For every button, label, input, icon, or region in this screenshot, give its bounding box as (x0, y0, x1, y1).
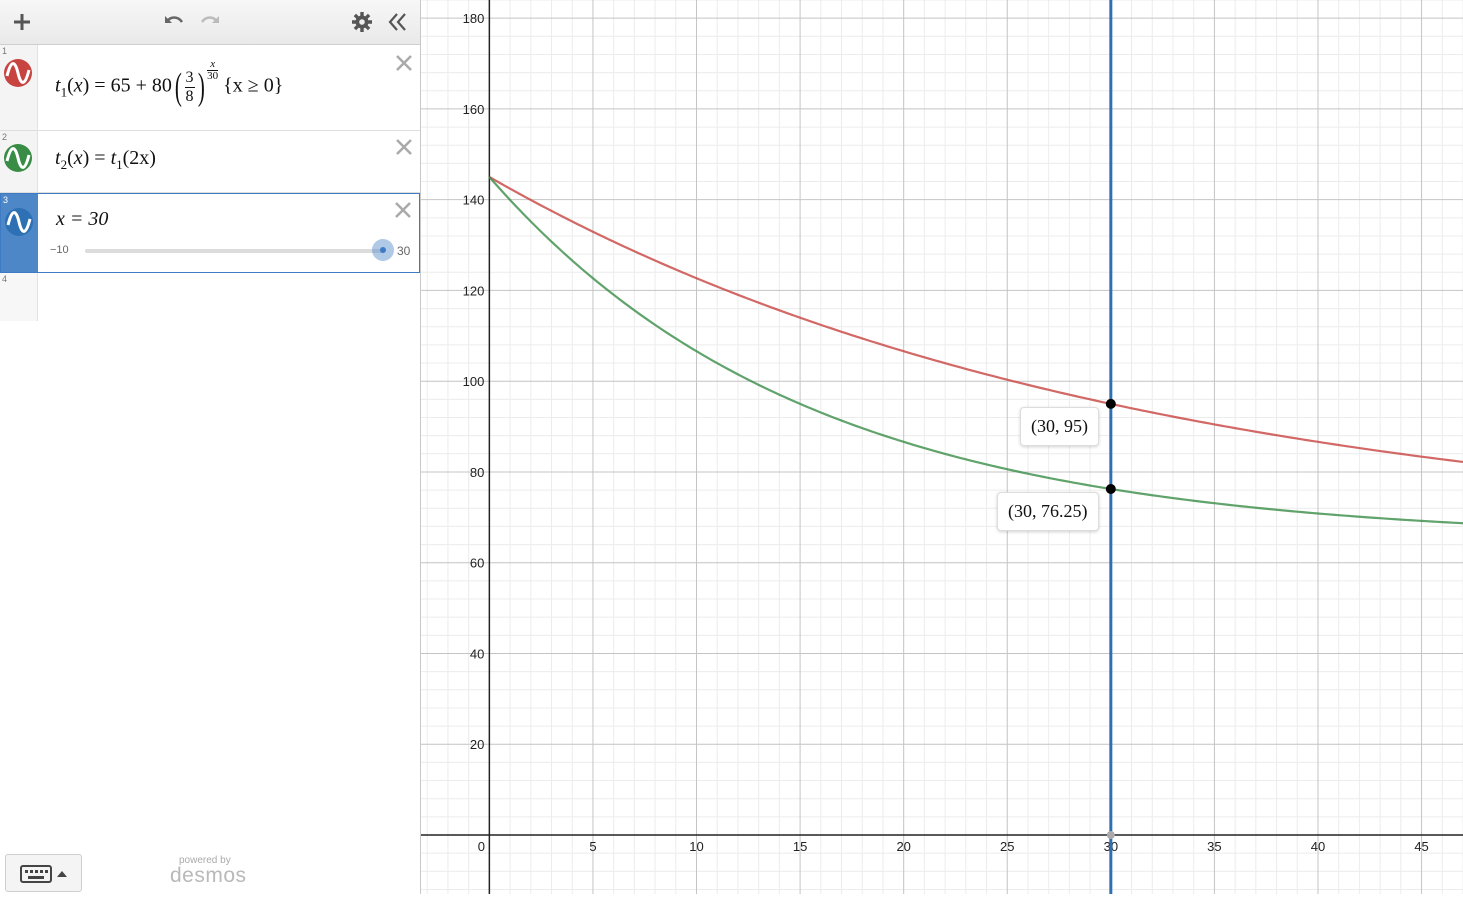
expression-toolbar (0, 0, 420, 45)
redo-button[interactable] (198, 10, 222, 34)
plus-icon (14, 14, 30, 30)
undo-icon (165, 16, 184, 23)
curve-t2 (488, 176, 1463, 525)
function-arg: x (73, 74, 83, 97)
collapse-panel-button[interactable] (386, 10, 410, 34)
close-icon (396, 55, 412, 71)
function-arg: x (73, 147, 83, 169)
x-tick-label: 5 (589, 839, 596, 854)
graph-toggle-blue-icon[interactable] (4, 207, 34, 237)
y-tick-label: 140 (463, 193, 485, 208)
add-expression-button[interactable] (10, 10, 34, 34)
expression-row-3[interactable]: 3 x = 30 −10 30 (0, 193, 420, 273)
curve-t1 (488, 176, 1463, 464)
slider-axis-marker (1106, 831, 1115, 840)
point-label-green[interactable]: (30, 76.25) (997, 492, 1099, 531)
y-tick-label: 100 (463, 374, 485, 389)
close-icon (396, 139, 412, 155)
slider-track[interactable] (85, 249, 383, 253)
undo-button[interactable] (162, 10, 186, 34)
expression-gutter: 4 (0, 273, 38, 321)
expression-gutter: 3 (1, 194, 38, 272)
slider-max-label[interactable]: 30 (397, 244, 410, 258)
equals-sign: = (94, 147, 106, 169)
expression-row-2[interactable]: 2 t2(x) = t1(2x) (0, 131, 420, 193)
keyboard-toggle-button[interactable] (5, 854, 82, 892)
gear-icon (352, 12, 372, 32)
double-chevron-left-icon (388, 13, 406, 31)
delete-expression-button[interactable] (394, 137, 414, 157)
rhs-function-arg: (2x) (122, 147, 156, 169)
slider-thumb[interactable] (372, 239, 394, 261)
exponent: x 30 (207, 58, 219, 82)
equation-rhs-start: = 65 + 80 (94, 74, 172, 97)
expression-index: 2 (2, 132, 8, 142)
expression-gutter: 1 (0, 45, 38, 130)
x-tick-label: 10 (689, 839, 703, 854)
caret-up-icon (57, 871, 67, 877)
y-tick-label: 180 (463, 11, 485, 26)
y-tick-label: 80 (470, 465, 484, 480)
redo-icon (200, 16, 219, 23)
delete-expression-button[interactable] (393, 200, 413, 220)
expression-math[interactable]: t2(x) = t1(2x) (55, 147, 156, 173)
expression-panel: 1 t1(x) = 65 + 80(3 8) x 30 {x ≥ 0} 2 t… (0, 0, 421, 894)
x-tick-label: 15 (793, 839, 807, 854)
keyboard-icon (20, 865, 67, 883)
expression-row-4-empty[interactable]: 4 (0, 273, 420, 321)
x-tick-label: 25 (1000, 839, 1014, 854)
y-tick-label: 120 (463, 283, 485, 298)
function-subscript: 1 (60, 84, 68, 100)
point-label-red[interactable]: (30, 95) (1020, 407, 1099, 446)
graph-toggle-green-icon[interactable] (3, 143, 33, 173)
intersection-point-red (1105, 398, 1116, 409)
intersection-point-green (1105, 483, 1116, 494)
x-tick-label: 0 (478, 839, 485, 854)
expression-gutter: 2 (0, 131, 38, 192)
settings-button[interactable] (350, 10, 374, 34)
delete-expression-button[interactable] (394, 53, 414, 73)
expression-index: 3 (3, 195, 9, 205)
expression-math[interactable]: t1(x) = 65 + 80(3 8) x 30 {x ≥ 0} (55, 59, 284, 109)
fraction: 38 (184, 68, 195, 105)
graph-canvas[interactable]: 0510152025303540452040608010012014016018… (421, 0, 1463, 894)
domain-restriction: {x ≥ 0} (223, 74, 284, 97)
function-subscript: 2 (60, 157, 68, 172)
y-tick-label: 20 (470, 737, 484, 752)
x-tick-label: 45 (1414, 839, 1428, 854)
expression-index: 4 (2, 274, 8, 284)
slider-min-label[interactable]: −10 (50, 244, 69, 256)
expression-index: 1 (2, 46, 8, 56)
y-tick-label: 40 (470, 646, 484, 661)
graph-toggle-red-icon[interactable] (3, 58, 33, 88)
close-icon (395, 202, 411, 218)
x-tick-label: 40 (1311, 839, 1325, 854)
graph-paper[interactable]: 0510152025303540452040608010012014016018… (421, 0, 1463, 894)
expression-math[interactable]: x = 30 (56, 208, 108, 231)
x-tick-label: 35 (1207, 839, 1221, 854)
y-tick-label: 160 (463, 102, 485, 117)
x-tick-label: 20 (896, 839, 910, 854)
expression-row-1[interactable]: 1 t1(x) = 65 + 80(3 8) x 30 {x ≥ 0} (0, 45, 420, 131)
y-tick-label: 60 (470, 556, 484, 571)
desmos-logo[interactable]: desmos (170, 864, 247, 888)
